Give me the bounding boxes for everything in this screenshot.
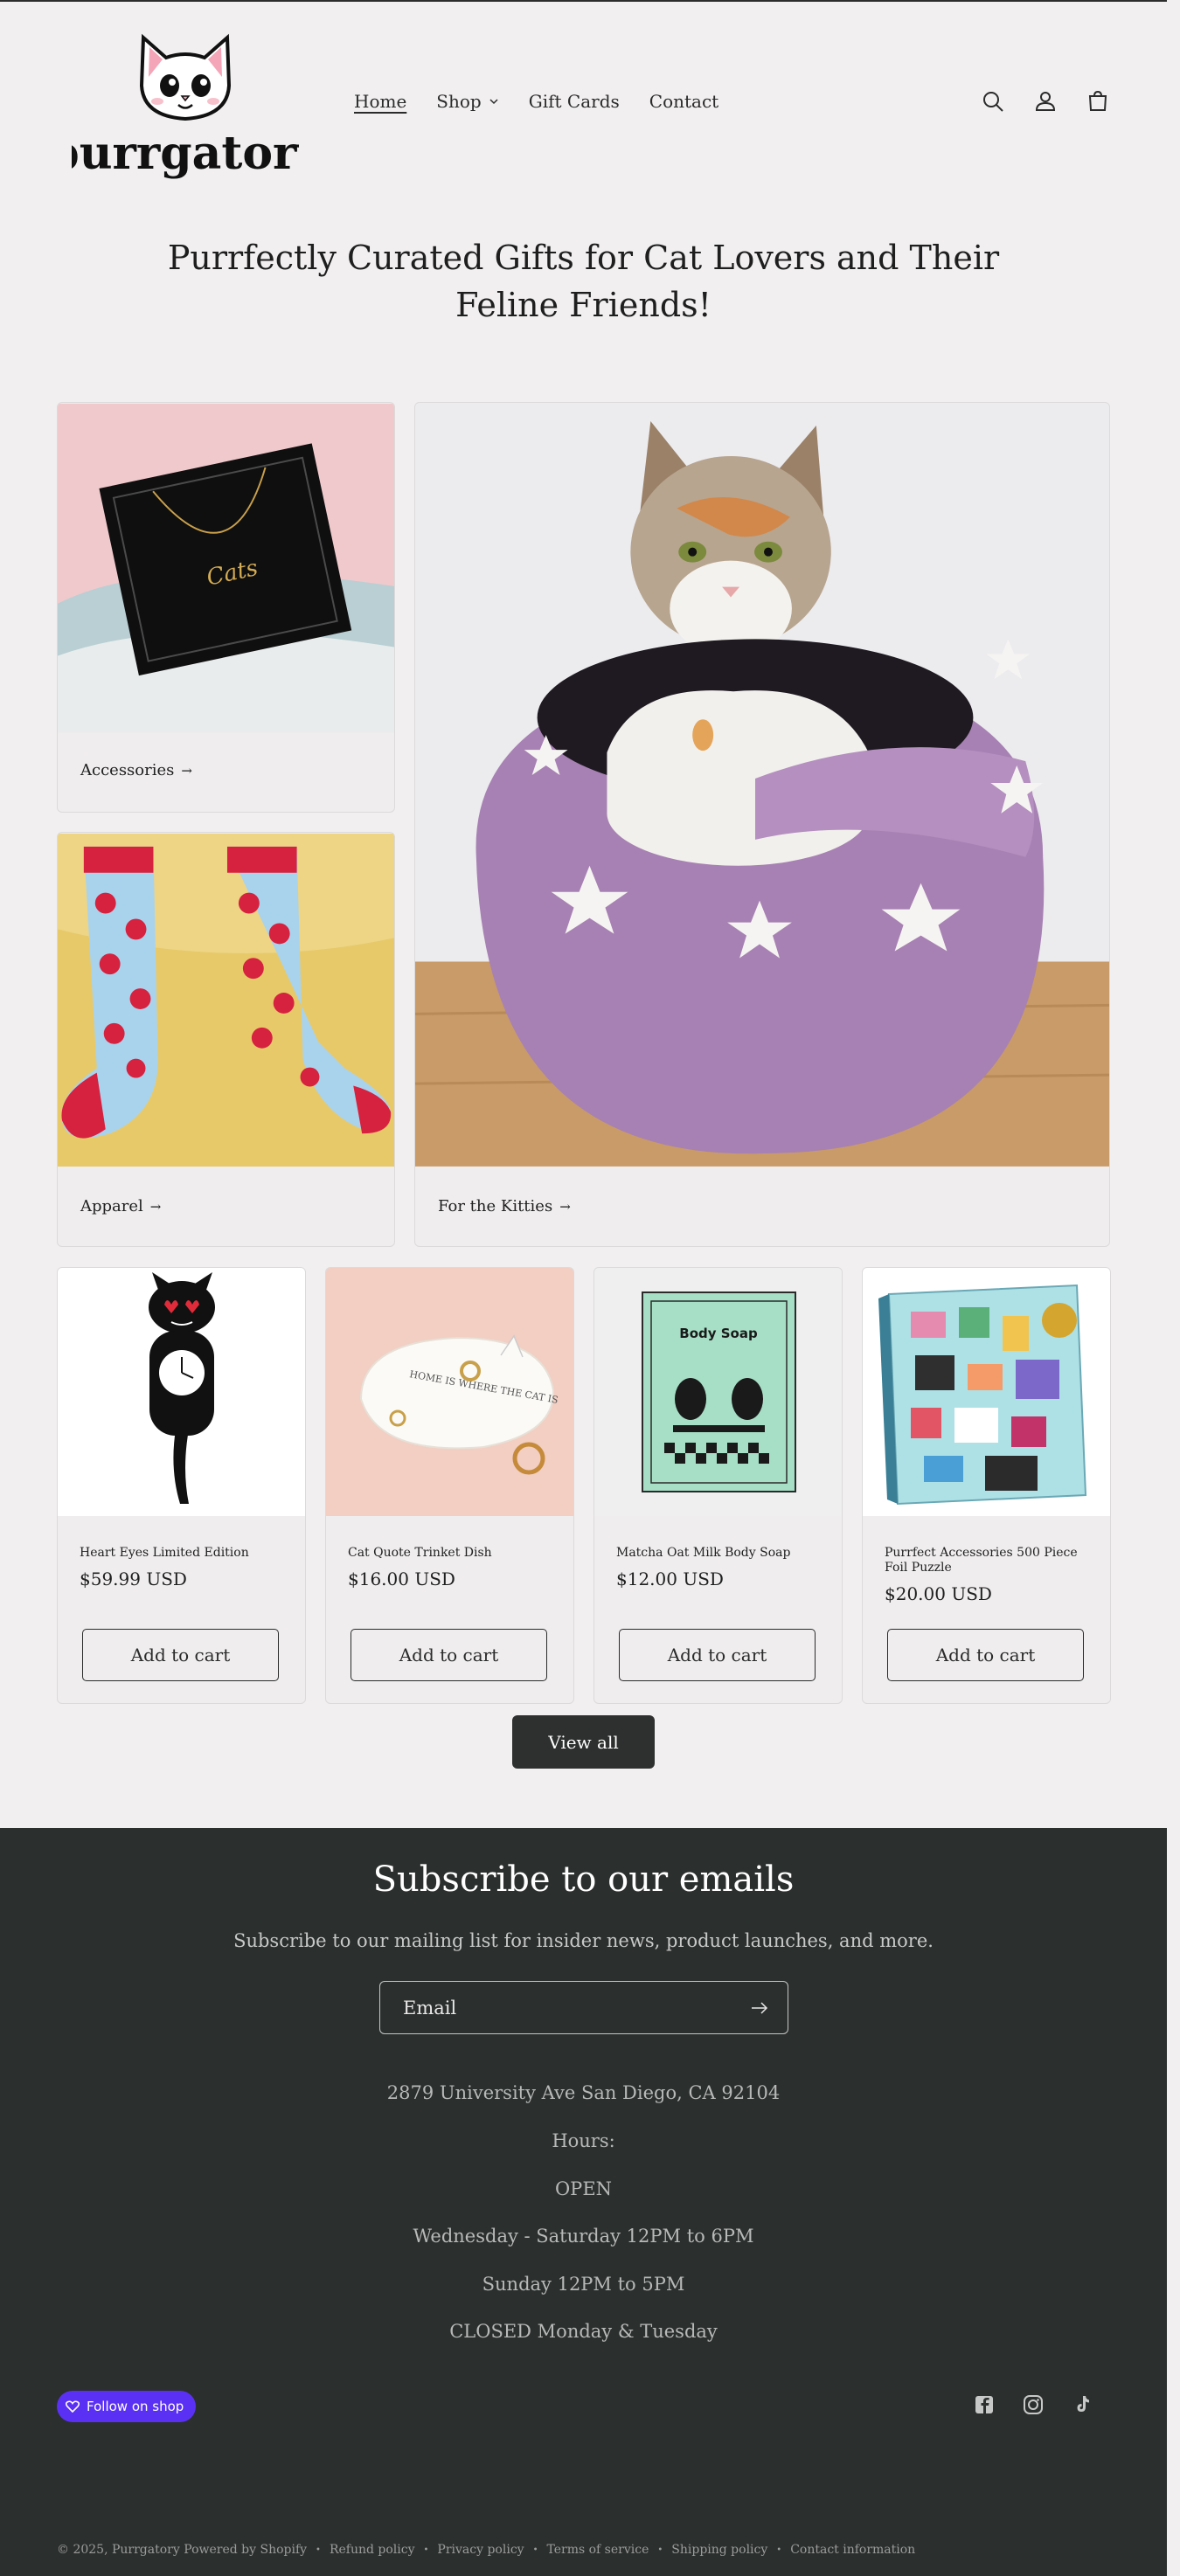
page: purrgatory Home Shop Gift Cards Contact … [0, 0, 1167, 2576]
heart-icon [66, 2400, 80, 2413]
nav-shop-label: Shop [436, 91, 482, 112]
header-icons [981, 89, 1110, 114]
hours-heading: Hours: [552, 2130, 615, 2151]
subscribe-title: Subscribe to our emails [372, 1859, 795, 1900]
collection-title: Accessories [80, 761, 175, 779]
top-border [0, 0, 1167, 2]
add-to-cart-button[interactable]: Add to cart [351, 1629, 547, 1681]
privacy-policy-link[interactable]: Privacy policy [437, 2543, 524, 2557]
email-field[interactable]: Email [379, 1981, 788, 2034]
collection-card-apparel[interactable]: Apparel → [57, 832, 395, 1247]
store-address: 2879 University Ave San Diego, CA 92104 [386, 2082, 781, 2103]
product-card[interactable]: Heart Eyes Limited Edition $59.99 USD Ad… [57, 1267, 306, 1704]
arrow-right-icon: → [559, 1198, 571, 1215]
collection-label-apparel: Apparel → [80, 1197, 161, 1215]
separator-dot: • [657, 2545, 663, 2555]
terms-of-service-link[interactable]: Terms of service [546, 2543, 649, 2557]
brand-logo[interactable]: purrgatory [47, 24, 324, 182]
apparel-image [58, 833, 394, 1167]
product-title[interactable]: Purrfect Accessories 500 Piece Foil Puzz… [885, 1546, 1094, 1575]
add-to-cart-button[interactable]: Add to cart [887, 1629, 1084, 1681]
search-icon[interactable] [981, 89, 1005, 114]
product-card[interactable]: Purrfect Accessories 500 Piece Foil Puzz… [862, 1267, 1111, 1704]
tiktok-icon[interactable] [1070, 2392, 1094, 2417]
product-card[interactable]: HOME IS WHERE THE CAT IS Cat Quote Trink… [325, 1267, 574, 1704]
nav-home-label: Home [354, 91, 407, 112]
hero-title: Purrfectly Curated Gifts for Cat Lovers … [167, 239, 1000, 324]
separator-dot: • [532, 2545, 538, 2555]
account-icon[interactable] [1033, 89, 1058, 114]
hours-weekday: Wednesday - Saturday 12PM to 6PM [413, 2226, 754, 2247]
soap-label: Body Soap [679, 1326, 758, 1341]
email-placeholder: Email [403, 1997, 457, 2019]
nav-contact[interactable]: Contact [649, 91, 718, 112]
product-title[interactable]: Heart Eyes Limited Edition [80, 1546, 289, 1561]
view-all-button[interactable]: View all [512, 1715, 655, 1769]
collection-label-for-the-kitties: For the Kitties → [438, 1197, 571, 1215]
separator-dot: • [423, 2545, 429, 2555]
hours-status: OPEN [554, 2178, 613, 2199]
submit-arrow-icon[interactable] [751, 2001, 768, 2014]
refund-policy-link[interactable]: Refund policy [330, 2543, 415, 2557]
scrollbar[interactable] [1167, 0, 1180, 2576]
accessories-image: Cats [58, 403, 394, 733]
nav-shop[interactable]: Shop [436, 91, 498, 112]
arrow-right-icon: → [149, 1198, 162, 1215]
nav-gift-cards[interactable]: Gift Cards [529, 91, 620, 112]
hours-sunday: Sunday 12PM to 5PM [482, 2274, 685, 2295]
for-the-kitties-image [415, 404, 1109, 1167]
product-price: $20.00 USD [885, 1583, 992, 1604]
nav-home[interactable]: Home [354, 91, 406, 112]
collection-card-accessories[interactable]: Cats Accessories → [57, 402, 395, 813]
collection-card-for-the-kitties[interactable]: For the Kitties → [414, 402, 1110, 1247]
product-card[interactable]: Body Soap Matcha Oat Milk Body Soap $12.… [593, 1267, 843, 1704]
product-price: $59.99 USD [80, 1568, 187, 1589]
shipping-policy-link[interactable]: Shipping policy [671, 2543, 767, 2557]
follow-on-shop-label: Follow on shop [87, 2399, 184, 2414]
separator-dot: • [316, 2545, 321, 2555]
separator-dot: • [776, 2545, 782, 2555]
product-image-clock [58, 1268, 305, 1516]
collection-label-accessories: Accessories → [80, 761, 192, 779]
nav-contact-label: Contact [649, 91, 719, 112]
product-title[interactable]: Cat Quote Trinket Dish [348, 1546, 558, 1561]
subscribe-text: Subscribe to our mailing list for inside… [233, 1930, 934, 1951]
instagram-icon[interactable] [1021, 2392, 1045, 2417]
product-price: $12.00 USD [616, 1568, 724, 1589]
hours-closed: CLOSED Monday & Tuesday [449, 2321, 718, 2342]
footer-legal: © 2025, Purrgatory Powered by Shopify • … [57, 2543, 915, 2557]
svg-text:purrgatory: purrgatory [72, 127, 299, 180]
facebook-icon[interactable] [972, 2392, 996, 2417]
product-title[interactable]: Matcha Oat Milk Body Soap [616, 1546, 826, 1561]
follow-on-shop-button[interactable]: Follow on shop [57, 2391, 197, 2422]
contact-information-link[interactable]: Contact information [790, 2543, 915, 2557]
chevron-down-icon [489, 99, 498, 105]
product-price: $16.00 USD [348, 1568, 455, 1589]
product-image-body-soap: Body Soap [594, 1268, 842, 1516]
product-image-trinket-dish: HOME IS WHERE THE CAT IS [326, 1268, 573, 1516]
copyright[interactable]: © 2025, Purrgatory Powered by Shopify [57, 2543, 307, 2557]
collection-title: For the Kitties [438, 1197, 553, 1215]
add-to-cart-button[interactable]: Add to cart [82, 1629, 279, 1681]
cart-icon[interactable] [1086, 89, 1110, 114]
product-image-puzzle [863, 1268, 1110, 1516]
nav-gift-cards-label: Gift Cards [528, 91, 620, 112]
collection-title: Apparel [80, 1197, 143, 1215]
brand-wordmark: purrgatory [47, 127, 324, 180]
main-nav: Home Shop Gift Cards Contact [354, 91, 748, 112]
arrow-right-icon: → [181, 762, 192, 779]
add-to-cart-button[interactable]: Add to cart [619, 1629, 816, 1681]
